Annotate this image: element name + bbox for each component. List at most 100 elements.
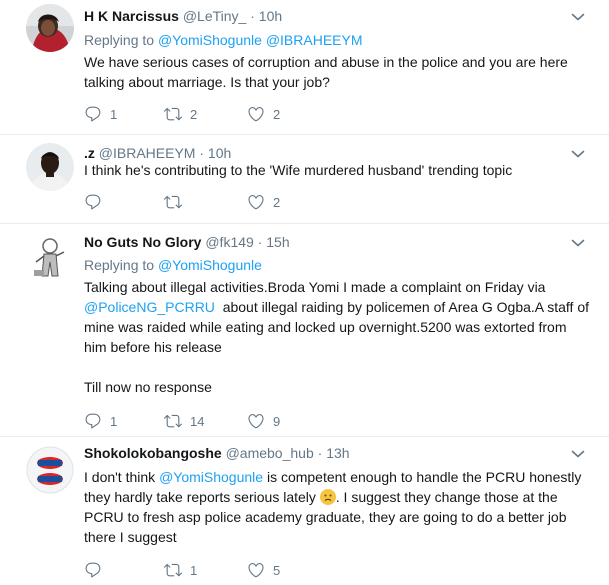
text-line: I think he's contributing to the 'Wife m… bbox=[84, 162, 513, 178]
frowning-face-icon bbox=[319, 489, 336, 505]
text-line: We have serious cases of corruption and … bbox=[84, 54, 568, 70]
reply-count: 1 bbox=[110, 413, 118, 429]
text-line: Till now no response bbox=[84, 379, 212, 395]
text-line: him before his release bbox=[84, 339, 222, 355]
timestamp[interactable]: 13h bbox=[326, 445, 349, 461]
user-handle[interactable]: @amebo_hub bbox=[226, 445, 314, 461]
separator-dot: · bbox=[199, 145, 205, 161]
reply-button[interactable]: 1 bbox=[84, 105, 117, 123]
text-line: PCRU to fresh asp police academy graduat… bbox=[84, 509, 567, 525]
tweet-header: No Guts No Glory @fk149 · 15h bbox=[84, 233, 290, 251]
retweet-count: 14 bbox=[190, 413, 205, 429]
retweet-icon bbox=[164, 412, 182, 430]
user-handle[interactable]: @LeTiny_ bbox=[183, 8, 247, 24]
text-line: Talking about illegal activities.Broda Y… bbox=[84, 279, 546, 295]
text-line: talking about marriage. Is that your job… bbox=[84, 74, 330, 90]
like-count: 2 bbox=[273, 194, 281, 210]
display-name[interactable]: .z bbox=[84, 145, 95, 161]
tweet-actions: 1 14 9 bbox=[84, 412, 384, 430]
display-name[interactable]: No Guts No Glory bbox=[84, 234, 201, 250]
reply-icon bbox=[84, 561, 102, 579]
chevron-down-icon[interactable] bbox=[571, 238, 585, 248]
tweet-4[interactable]: Shokolokobangoshe @amebo_hub · 13h I don… bbox=[0, 437, 609, 585]
text-line: mine was raided while eating and locked … bbox=[84, 319, 567, 335]
text-fragment: I don't think bbox=[84, 469, 160, 485]
reply-icon bbox=[84, 412, 102, 430]
retweet-count: 1 bbox=[190, 562, 198, 578]
reply-button[interactable] bbox=[84, 561, 110, 579]
user-handle[interactable]: @IBRAHEEYM bbox=[99, 145, 196, 161]
reply-button[interactable] bbox=[84, 193, 110, 211]
text-fragment: . I suggest they change those at the bbox=[335, 489, 558, 505]
tweet-text: I think he's contributing to the 'Wife m… bbox=[84, 160, 584, 180]
avatar[interactable] bbox=[26, 232, 74, 280]
retweet-icon bbox=[164, 193, 182, 211]
heart-icon bbox=[247, 105, 265, 123]
replying-prefix: Replying to bbox=[84, 257, 155, 273]
avatar[interactable] bbox=[26, 446, 74, 494]
display-name[interactable]: H K Narcissus bbox=[84, 8, 179, 24]
reply-icon bbox=[84, 193, 102, 211]
separator-dot: · bbox=[257, 234, 263, 250]
retweet-count: 2 bbox=[190, 106, 198, 122]
timestamp[interactable]: 10h bbox=[208, 145, 231, 161]
separator-dot: · bbox=[317, 445, 323, 461]
tweet-actions: 1 2 2 bbox=[84, 105, 384, 123]
text-line: there I suggest bbox=[84, 529, 177, 545]
mention-link[interactable]: @IBRAHEEYM bbox=[266, 32, 363, 48]
tweet-actions: 1 5 bbox=[84, 561, 384, 579]
avatar[interactable] bbox=[26, 143, 74, 191]
tweet-text: Talking about illegal activities.Broda Y… bbox=[84, 277, 589, 397]
chevron-down-icon[interactable] bbox=[571, 12, 585, 22]
like-count: 9 bbox=[273, 413, 281, 429]
reply-button[interactable]: 1 bbox=[84, 412, 117, 430]
mention-link[interactable]: @YomiShogunle bbox=[158, 257, 262, 273]
retweet-button[interactable]: 1 bbox=[164, 561, 197, 579]
tweet-1[interactable]: H K Narcissus @LeTiny_ · 10h Replying to… bbox=[0, 0, 609, 134]
avatar-photo bbox=[26, 4, 74, 52]
text-fragment: they hardly take reports serious lately bbox=[84, 489, 320, 505]
heart-icon bbox=[247, 561, 265, 579]
replying-to: Replying to @YomiShogunle bbox=[84, 256, 262, 274]
replying-prefix: Replying to bbox=[84, 32, 155, 48]
retweet-button[interactable]: 2 bbox=[164, 105, 197, 123]
tweet-3[interactable]: No Guts No Glory @fk149 · 15h Replying t… bbox=[0, 224, 609, 436]
mention-link[interactable]: @PoliceNG_PCRRU bbox=[84, 299, 215, 315]
retweet-button[interactable]: 14 bbox=[164, 412, 204, 430]
retweet-button[interactable] bbox=[164, 193, 190, 211]
user-handle[interactable]: @fk149 bbox=[205, 234, 253, 250]
heart-icon bbox=[247, 412, 265, 430]
text-line: I don't think @YomiShogunle is competent… bbox=[84, 467, 589, 487]
tweet-text: We have serious cases of corruption and … bbox=[84, 52, 584, 92]
like-button[interactable]: 2 bbox=[247, 193, 280, 211]
like-button[interactable]: 2 bbox=[247, 105, 280, 123]
tweet-text: I don't think @YomiShogunle is competent… bbox=[84, 467, 589, 547]
separator-dot: · bbox=[250, 8, 255, 24]
avatar-photo bbox=[26, 446, 74, 494]
heart-icon bbox=[247, 193, 265, 211]
retweet-icon bbox=[164, 561, 182, 579]
avatar-photo bbox=[26, 232, 74, 280]
retweet-icon bbox=[164, 105, 182, 123]
text-fragment: about illegal raiding by policemen of Ar… bbox=[214, 299, 590, 315]
like-count: 5 bbox=[273, 562, 281, 578]
text-line: @PoliceNG_PCRRU about illegal raiding by… bbox=[84, 297, 589, 317]
reply-count: 1 bbox=[110, 106, 118, 122]
timestamp[interactable]: 10h bbox=[259, 8, 282, 24]
display-name[interactable]: Shokolokobangoshe bbox=[84, 445, 222, 461]
chevron-down-icon[interactable] bbox=[571, 449, 585, 459]
like-count: 2 bbox=[273, 106, 281, 122]
avatar-photo bbox=[26, 143, 74, 191]
replying-to: Replying to @YomiShogunle @IBRAHEEYM bbox=[84, 31, 363, 49]
like-button[interactable]: 9 bbox=[247, 412, 280, 430]
chevron-down-icon[interactable] bbox=[571, 149, 585, 159]
like-button[interactable]: 5 bbox=[247, 561, 280, 579]
tweet-2[interactable]: .z @IBRAHEEYM · 10h I think he's contrib… bbox=[0, 135, 609, 223]
timestamp[interactable]: 15h bbox=[266, 234, 289, 250]
tweet-header: H K Narcissus @LeTiny_ · 10h bbox=[84, 7, 282, 25]
avatar[interactable] bbox=[26, 4, 74, 52]
mention-link[interactable]: @YomiShogunle bbox=[159, 469, 263, 485]
text-line: they hardly take reports serious lately … bbox=[84, 487, 589, 507]
mention-link[interactable]: @YomiShogunle bbox=[158, 32, 262, 48]
tweet-actions: 2 bbox=[84, 193, 384, 211]
